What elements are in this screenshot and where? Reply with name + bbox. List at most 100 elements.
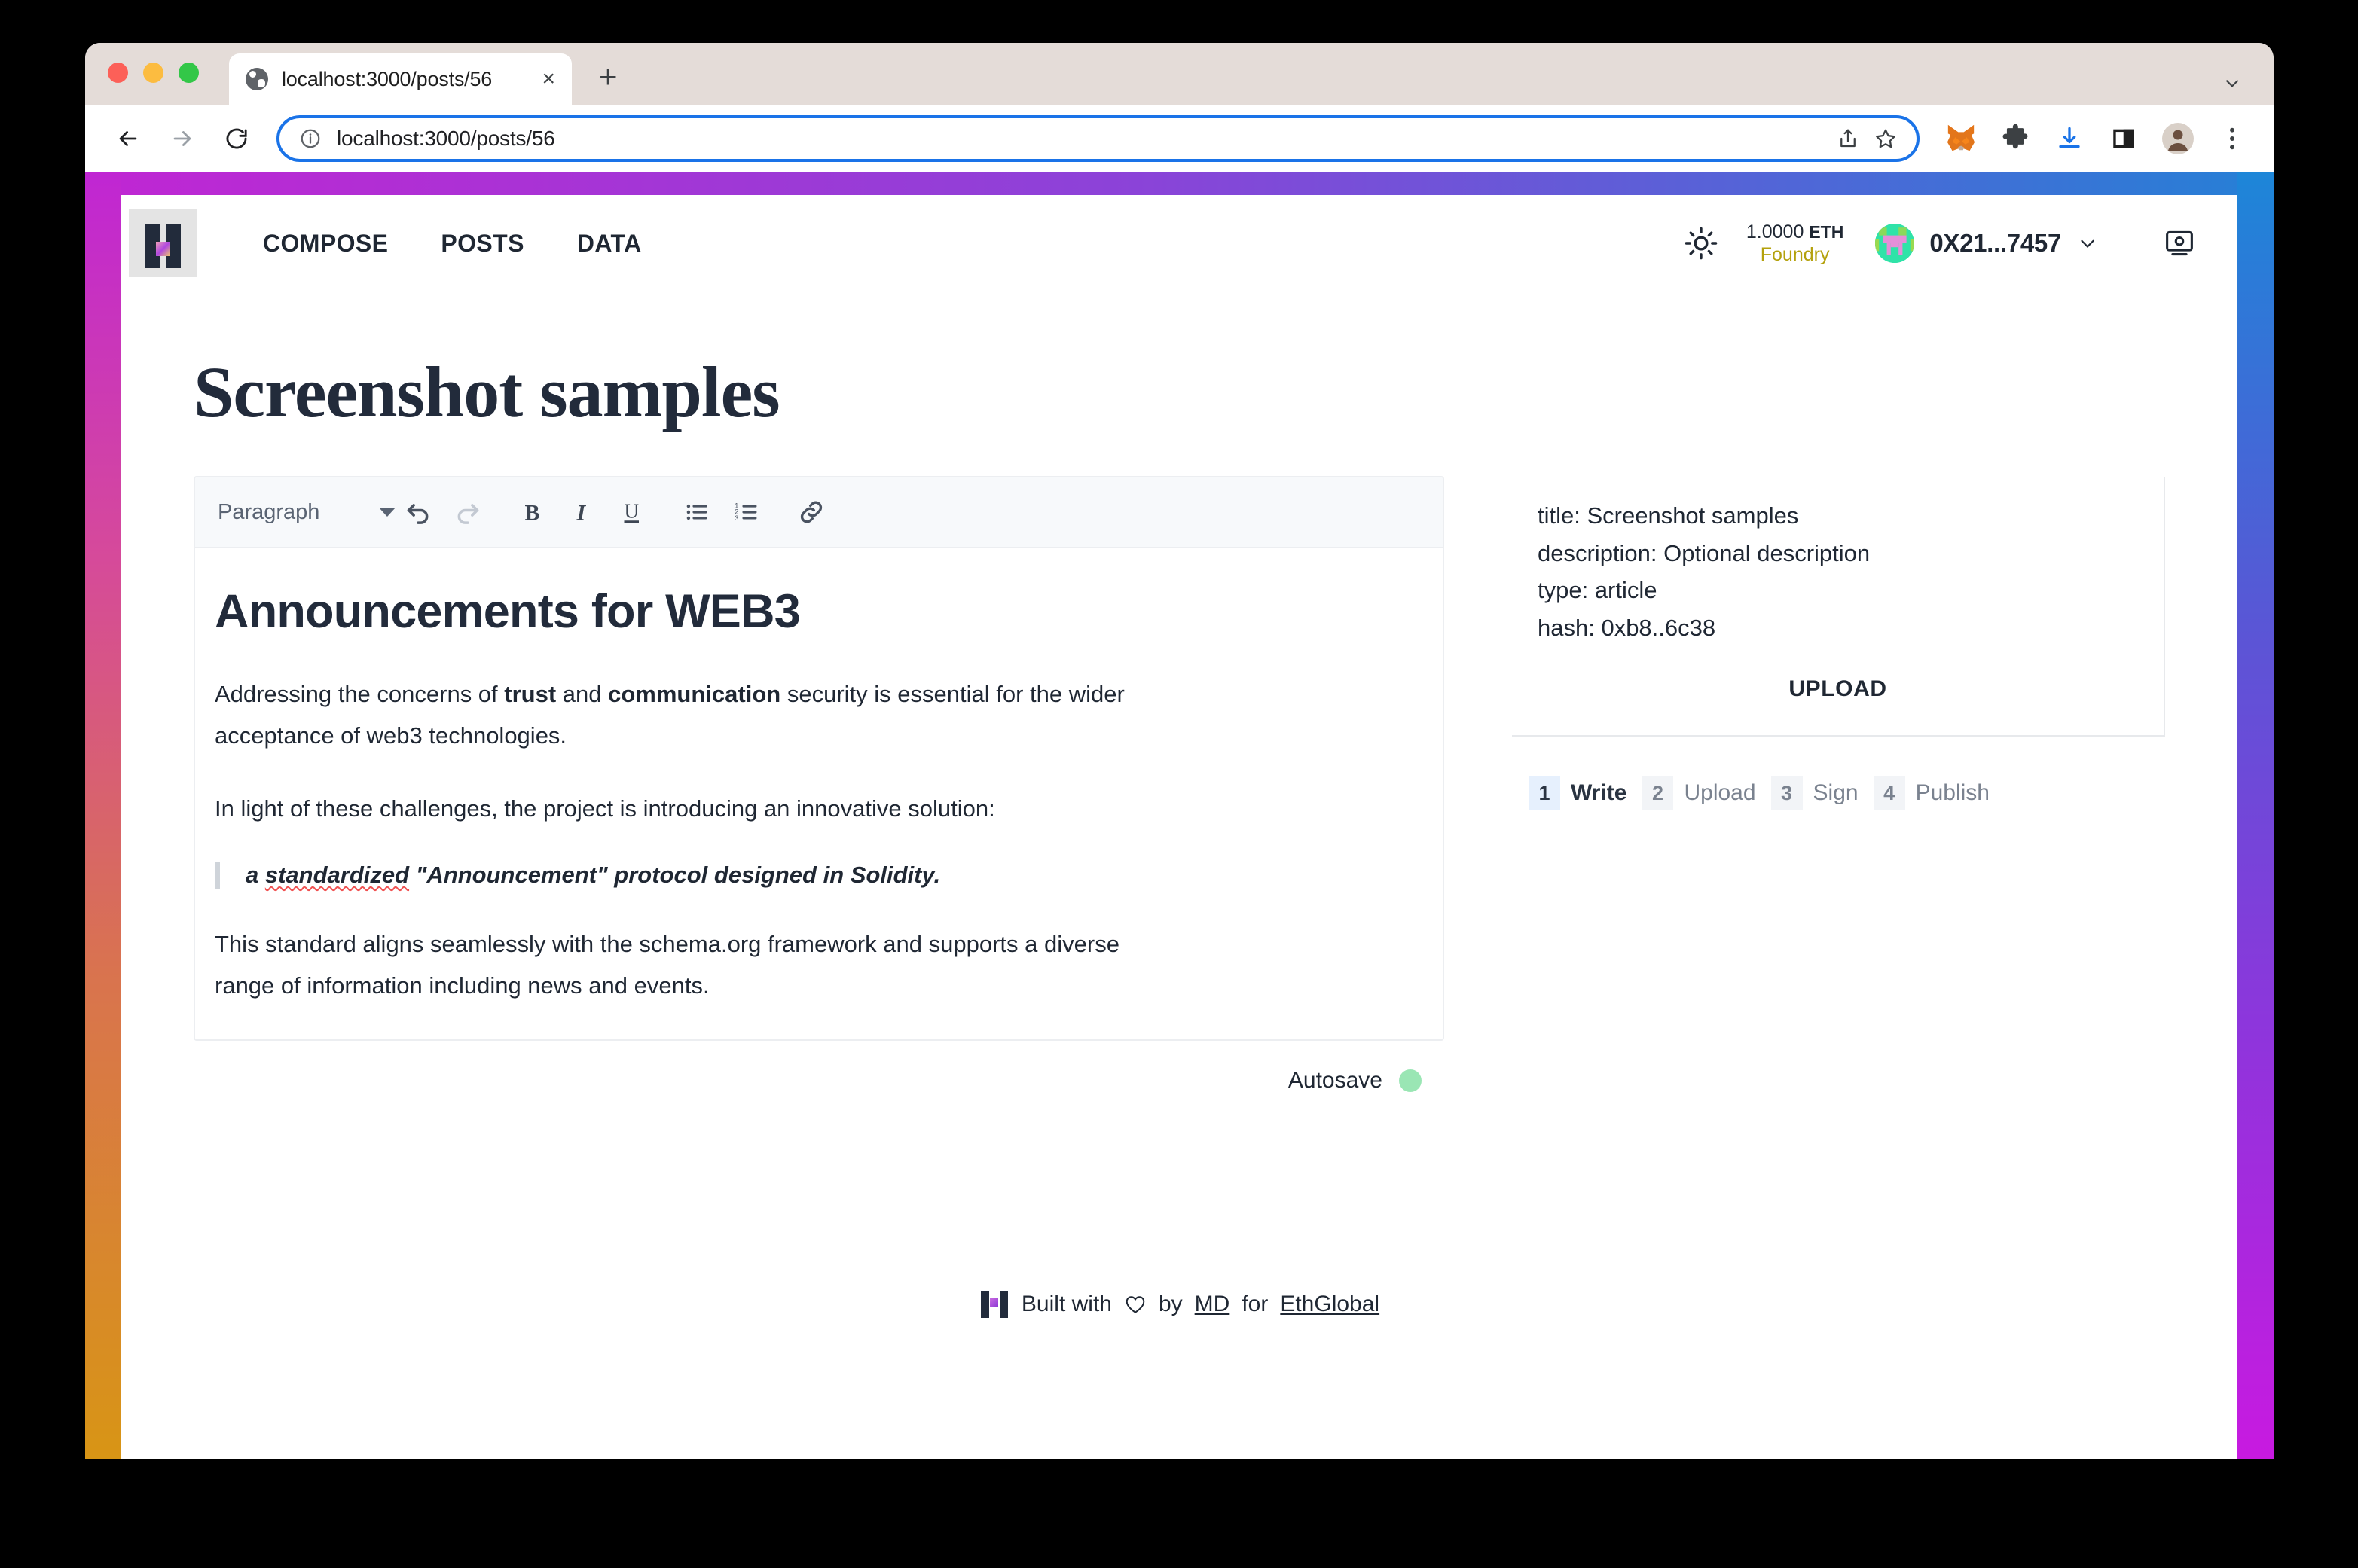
chevron-down-icon [379, 508, 396, 517]
rich-text-editor: Paragraph B I U 1 2 3 Announcements for … [194, 476, 1444, 1041]
close-window-button[interactable] [108, 62, 128, 83]
footer-logo-gradient-square [989, 1298, 998, 1307]
publish-stepper: 1 Write 2 Upload 3 Sign 4 Publish [1512, 776, 2165, 811]
svg-text:3: 3 [735, 514, 738, 523]
window-traffic-lights [108, 43, 199, 105]
underline-icon[interactable]: U [609, 490, 655, 535]
header-right-cluster: 1.0000 ETH Foundry 0X21...7457 [1681, 221, 2197, 267]
browser-window: localhost:3000/posts/56 × + localhost:30… [85, 43, 2274, 1459]
paragraph-style-value: Paragraph [218, 499, 320, 524]
footer-for: for [1242, 1291, 1269, 1316]
chrome-menu-icon[interactable] [2215, 121, 2250, 156]
footer-logo-bar-right [999, 1290, 1008, 1318]
chevron-down-icon[interactable] [2076, 232, 2099, 255]
content-grid: Paragraph B I U 1 2 3 Announcements for … [194, 476, 2165, 1094]
paragraph-style-select[interactable]: Paragraph [218, 500, 396, 525]
nav-item-posts[interactable]: POSTS [441, 230, 524, 258]
footer-organization-link[interactable]: EthGlobal [1280, 1292, 1379, 1317]
autosave-label: Autosave [1287, 1067, 1382, 1093]
reload-button[interactable] [213, 115, 260, 162]
hypercerts-logo[interactable] [129, 209, 197, 277]
wallet-balance: 1.0000 ETH Foundry [1746, 221, 1843, 267]
step-number: 4 [1873, 776, 1905, 811]
p1-bold-trust: trust [504, 681, 557, 707]
footer-logo-bar-left [980, 1290, 989, 1318]
autosave-status-dot [1399, 1069, 1422, 1092]
screen-icon[interactable] [2162, 226, 2197, 261]
info-circle-icon[interactable] [299, 127, 322, 150]
metamask-fox-icon[interactable] [1944, 121, 1978, 156]
nav-item-data[interactable]: DATA [577, 230, 642, 258]
maximize-window-button[interactable] [179, 62, 199, 83]
app-viewport: COMPOSE POSTS DATA 1.0000 ETH Foundry 0X… [121, 195, 2237, 1459]
extensions-puzzle-icon[interactable] [1998, 121, 2033, 156]
step-number: 3 [1770, 776, 1803, 811]
step-label: Sign [1813, 780, 1859, 806]
balance-amount: 1.0000 ETH [1746, 221, 1844, 243]
step-publish[interactable]: 4 Publish [1873, 776, 1990, 811]
app-header: COMPOSE POSTS DATA 1.0000 ETH Foundry 0X… [121, 195, 2237, 291]
close-icon[interactable]: × [542, 68, 555, 90]
step-write[interactable]: 1 Write [1529, 776, 1627, 811]
browser-tab[interactable]: localhost:3000/posts/56 × [229, 53, 572, 105]
svg-text:I: I [576, 501, 587, 526]
step-number: 1 [1529, 776, 1560, 811]
app-footer: Built with by MD for EthGlobal [194, 1289, 2165, 1365]
page-body: Screenshot samples Paragraph B I U 1 2 3… [121, 350, 2237, 1365]
back-button[interactable] [105, 115, 151, 162]
footer-author-link[interactable]: MD [1195, 1292, 1230, 1317]
step-number: 2 [1642, 776, 1674, 811]
undo-icon[interactable] [396, 490, 441, 535]
browser-tab-strip: localhost:3000/posts/56 × + [85, 43, 2274, 105]
step-sign[interactable]: 3 Sign [1770, 776, 1859, 811]
format-buttons: B I U [510, 490, 655, 535]
misspelled-word: standardized [264, 861, 410, 888]
editor-document[interactable]: Announcements for WEB3 Addressing the co… [195, 548, 1443, 1039]
meta-type: type: article [1538, 577, 1657, 604]
document-paragraph-2: In light of these challenges, the projec… [215, 795, 995, 822]
footer-logo-icon [979, 1289, 1009, 1319]
editor-column: Paragraph B I U 1 2 3 Announcements for … [194, 476, 1444, 1094]
downloads-icon[interactable] [2052, 121, 2087, 156]
side-panel: title: Screenshot samples description: O… [1512, 476, 2165, 811]
p1-bold-communication: communication [608, 681, 781, 707]
editor-toolbar: Paragraph B I U 1 2 3 [195, 477, 1443, 548]
globe-icon [246, 68, 268, 90]
footer-built-with: Built with [1021, 1291, 1112, 1316]
address-input-value: localhost:3000/posts/56 [337, 127, 555, 150]
bullet-list-icon[interactable] [674, 490, 719, 535]
account-menu-button[interactable]: 0X21...7457 [1875, 224, 2099, 263]
main-navigation: COMPOSE POSTS DATA [263, 230, 642, 258]
document-blockquote: a standardized "Announcement" protocol d… [215, 861, 1423, 889]
redo-icon[interactable] [445, 490, 490, 535]
star-icon[interactable] [1874, 127, 1897, 150]
p1-text-b: and [556, 681, 609, 707]
nav-item-compose[interactable]: COMPOSE [263, 230, 388, 258]
quote-text-pre: a [246, 861, 265, 888]
p1-text-a: Addressing the concerns of [215, 681, 505, 707]
link-icon[interactable] [789, 490, 834, 535]
ordered-list-icon[interactable]: 1 2 3 [724, 490, 769, 535]
step-upload[interactable]: 2 Upload [1642, 776, 1756, 811]
forward-button[interactable] [159, 115, 206, 162]
metadata-card: title: Screenshot samples description: O… [1512, 477, 2165, 737]
step-label: Publish [1915, 780, 1990, 806]
logo-gradient-square [156, 242, 170, 256]
sun-icon[interactable] [1681, 224, 1721, 263]
side-panel-icon[interactable] [2106, 121, 2141, 156]
step-label: Write [1571, 780, 1627, 806]
bold-icon[interactable]: B [510, 490, 555, 535]
new-tab-button[interactable]: + [599, 61, 618, 93]
upload-button[interactable]: UPLOAD [1538, 676, 2138, 702]
blockie-avatar [1875, 224, 1915, 263]
balance-unit: ETH [1809, 221, 1844, 242]
chevron-down-icon[interactable] [2222, 73, 2242, 93]
meta-hash: hash: 0xb8..6c38 [1538, 614, 1716, 641]
meta-title: title: Screenshot samples [1538, 502, 1799, 529]
app-gradient-frame: COMPOSE POSTS DATA 1.0000 ETH Foundry 0X… [85, 172, 2274, 1459]
italic-icon[interactable]: I [560, 490, 605, 535]
profile-avatar-icon[interactable] [2161, 121, 2195, 156]
share-icon[interactable] [1837, 127, 1859, 150]
minimize-window-button[interactable] [143, 62, 163, 83]
address-input[interactable]: localhost:3000/posts/56 [276, 115, 1920, 162]
